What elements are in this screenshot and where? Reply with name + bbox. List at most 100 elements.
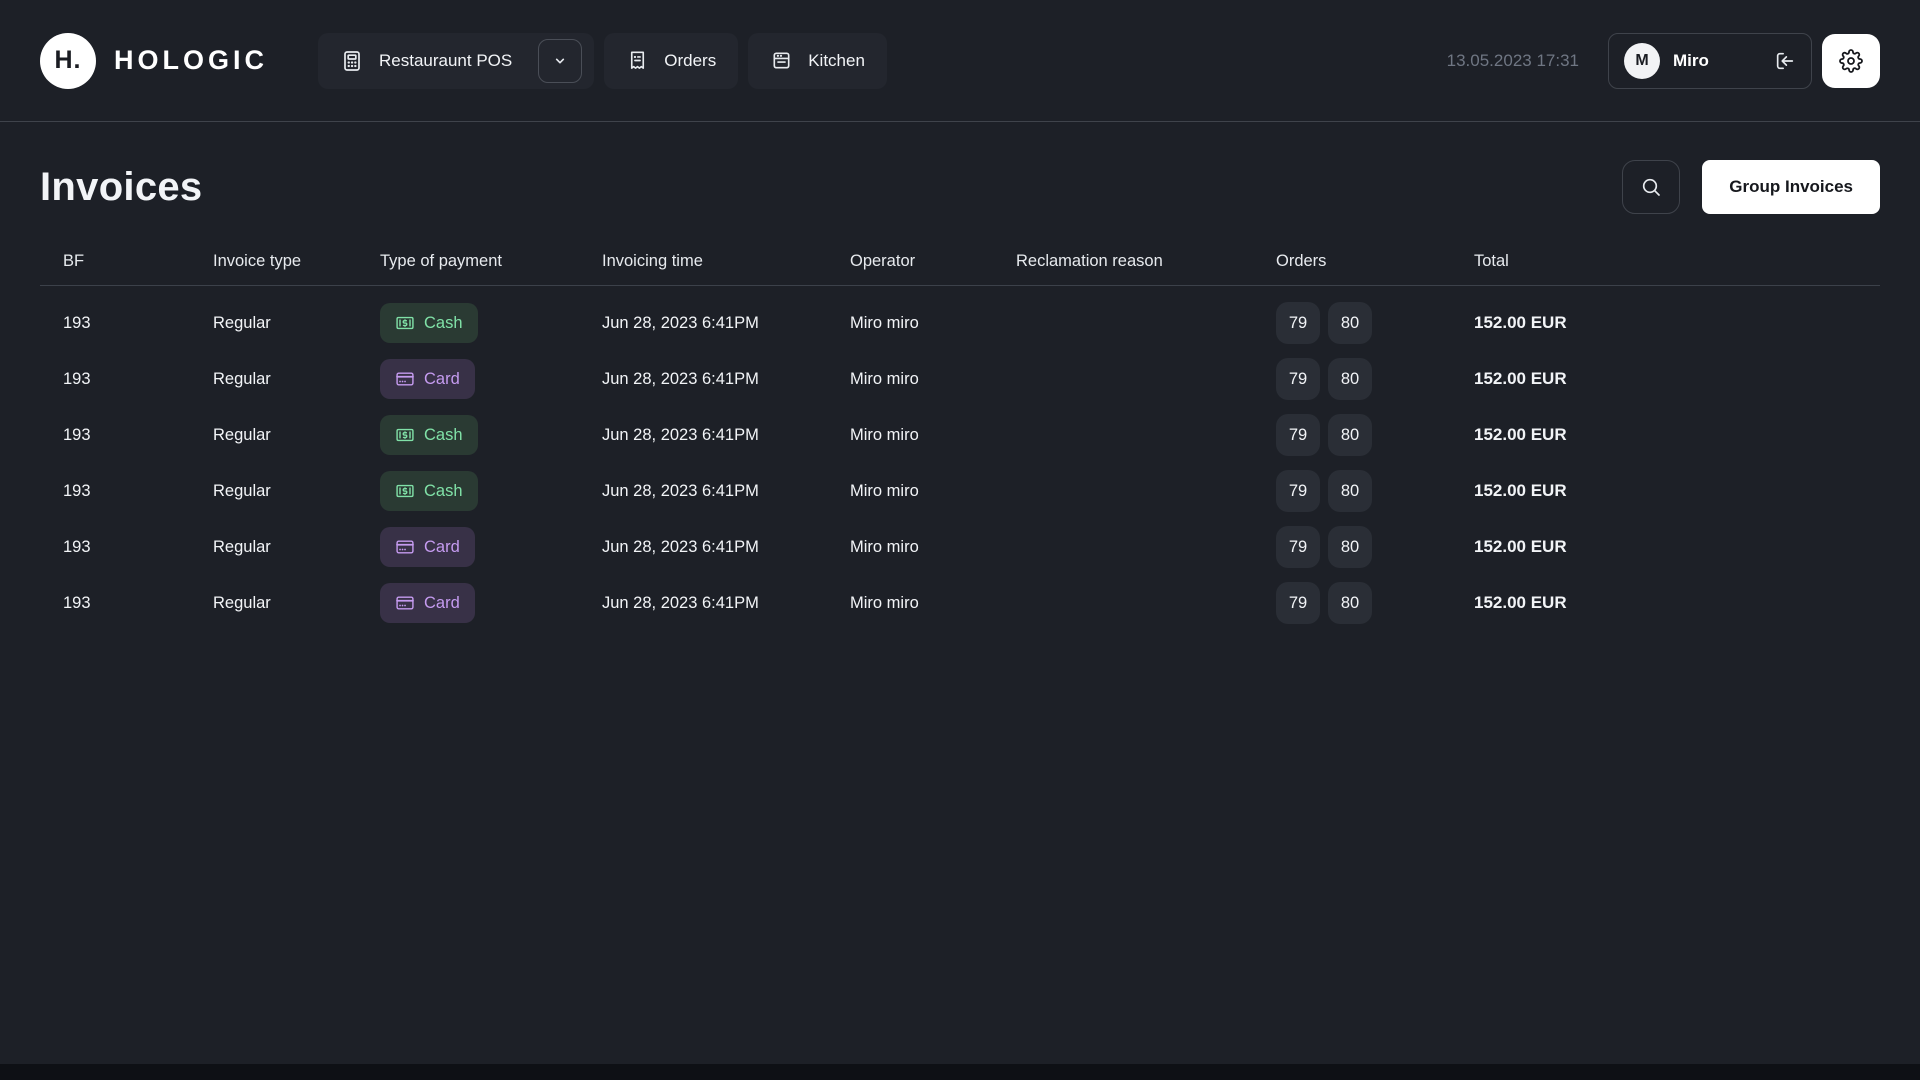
cell-invoice-type: Regular [213, 538, 380, 557]
order-chip[interactable]: 80 [1328, 470, 1372, 512]
chevron-down-icon [550, 51, 570, 71]
receipt-icon [626, 49, 649, 72]
column-header: Operator [850, 252, 1016, 271]
cell-invoice-type: Regular [213, 426, 380, 445]
cell-total: 152.00 EUR [1474, 537, 1880, 557]
order-chip[interactable]: 79 [1276, 582, 1320, 624]
table-row[interactable]: 193 Regular Card [40, 575, 1880, 631]
cell-operator: Miro miro [850, 538, 1016, 557]
cell-bf: 193 [63, 370, 213, 389]
cell-operator: Miro miro [850, 370, 1016, 389]
user-menu[interactable]: M Miro [1608, 33, 1812, 89]
cell-operator: Miro miro [850, 594, 1016, 613]
card-icon [395, 369, 415, 389]
column-header: Invoicing time [602, 252, 850, 271]
cell-bf: 193 [63, 538, 213, 557]
cell-bf: 193 [63, 426, 213, 445]
cash-icon [395, 313, 415, 333]
cell-payment: Card [380, 527, 602, 567]
table-row[interactable]: 193 Regular Cash [40, 295, 1880, 351]
cell-invoicing-time: Jun 28, 2023 6:41PM [602, 594, 850, 613]
order-chip[interactable]: 80 [1328, 358, 1372, 400]
logo-mark: H. [40, 33, 96, 89]
nav-item-orders[interactable]: Orders [604, 33, 738, 89]
payment-badge: Cash [380, 415, 478, 455]
group-invoices-button[interactable]: Group Invoices [1702, 160, 1880, 214]
pos-dropdown-toggle[interactable] [538, 39, 582, 83]
table-row[interactable]: 193 Regular Cash [40, 463, 1880, 519]
column-header: Reclamation reason [1016, 252, 1276, 271]
order-chips: 7980 [1276, 582, 1474, 624]
cell-invoicing-time: Jun 28, 2023 6:41PM [602, 482, 850, 501]
order-chip[interactable]: 80 [1328, 526, 1372, 568]
pos-terminal-icon [340, 49, 364, 73]
order-chip[interactable]: 80 [1328, 414, 1372, 456]
datetime-label: 13.05.2023 17:31 [1447, 51, 1579, 71]
cell-payment: Cash [380, 303, 602, 343]
order-chip[interactable]: 79 [1276, 526, 1320, 568]
order-chip[interactable]: 79 [1276, 358, 1320, 400]
order-chips: 7980 [1276, 470, 1474, 512]
avatar: M [1624, 43, 1660, 79]
cell-operator: Miro miro [850, 314, 1016, 333]
search-button[interactable] [1622, 160, 1680, 214]
payment-label: Card [424, 370, 460, 389]
column-header: Orders [1276, 252, 1474, 271]
order-chip[interactable]: 79 [1276, 302, 1320, 344]
cell-invoicing-time: Jun 28, 2023 6:41PM [602, 314, 850, 333]
cell-bf: 193 [63, 594, 213, 613]
logo: H. HOLOGIC [40, 33, 268, 89]
user-name: Miro [1673, 51, 1709, 71]
avatar-initial: M [1635, 52, 1648, 70]
search-icon [1639, 175, 1663, 199]
table-row[interactable]: 193 Regular Cash [40, 407, 1880, 463]
cell-total: 152.00 EUR [1474, 369, 1880, 389]
payment-label: Cash [424, 482, 463, 501]
table-row[interactable]: 193 Regular Card [40, 351, 1880, 407]
column-header: BF [63, 252, 213, 271]
order-chip[interactable]: 80 [1328, 582, 1372, 624]
cell-operator: Miro miro [850, 482, 1016, 501]
cell-bf: 193 [63, 482, 213, 501]
cell-invoice-type: Regular [213, 594, 380, 613]
cell-operator: Miro miro [850, 426, 1016, 445]
payment-badge: Cash [380, 303, 478, 343]
sign-out-icon [1774, 50, 1796, 72]
cell-payment: Cash [380, 471, 602, 511]
order-chips: 7980 [1276, 526, 1474, 568]
cell-total: 152.00 EUR [1474, 313, 1880, 333]
main-nav: Restauraunt POS Orders [318, 33, 887, 89]
settings-button[interactable] [1822, 34, 1880, 88]
nav-label: Restauraunt POS [379, 51, 512, 71]
logo-monogram: H. [55, 46, 82, 75]
order-chip[interactable]: 79 [1276, 414, 1320, 456]
cash-icon [395, 481, 415, 501]
payment-label: Card [424, 538, 460, 557]
payment-badge: Card [380, 359, 475, 399]
order-chips: 7980 [1276, 414, 1474, 456]
cell-bf: 193 [63, 314, 213, 333]
brand-wordmark: HOLOGIC [114, 45, 268, 76]
cell-invoice-type: Regular [213, 482, 380, 501]
table-body: 193 Regular Cash [40, 295, 1880, 631]
cell-invoicing-time: Jun 28, 2023 6:41PM [602, 426, 850, 445]
nav-item-kitchen[interactable]: Kitchen [748, 33, 887, 89]
cell-payment: Card [380, 359, 602, 399]
nav-label: Orders [664, 51, 716, 71]
table-row[interactable]: 193 Regular Card [40, 519, 1880, 575]
payment-badge: Card [380, 583, 475, 623]
order-chip[interactable]: 80 [1328, 302, 1372, 344]
nav-item-restaurant-pos[interactable]: Restauraunt POS [318, 33, 594, 89]
page-title: Invoices [40, 165, 202, 210]
cell-total: 152.00 EUR [1474, 425, 1880, 445]
card-icon [395, 537, 415, 557]
table-header: BFInvoice typeType of paymentInvoicing t… [40, 238, 1880, 286]
payment-badge: Card [380, 527, 475, 567]
column-header: Type of payment [380, 252, 602, 271]
order-chip[interactable]: 79 [1276, 470, 1320, 512]
cell-total: 152.00 EUR [1474, 593, 1880, 613]
main-content: Invoices Group Invoices BFInvoice typeTy… [0, 160, 1920, 631]
payment-label: Cash [424, 314, 463, 333]
payment-badge: Cash [380, 471, 478, 511]
column-header: Invoice type [213, 252, 380, 271]
